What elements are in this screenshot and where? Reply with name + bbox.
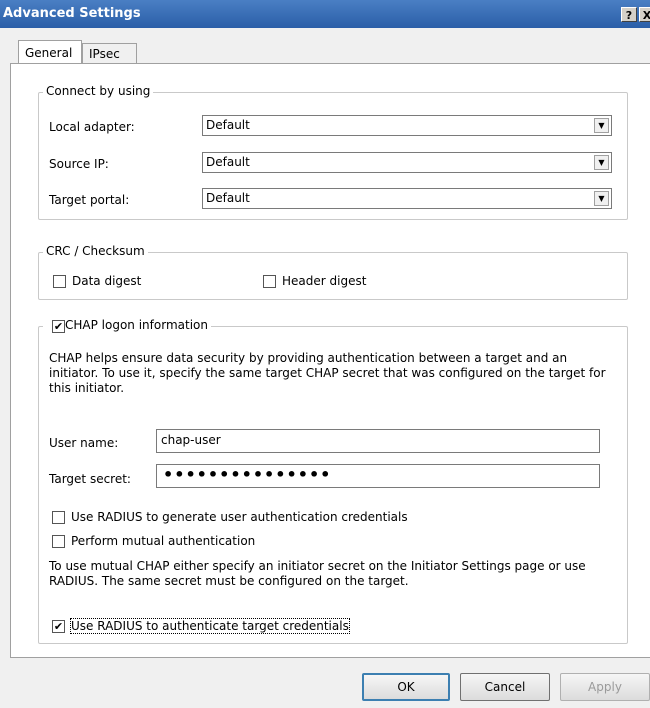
tab-panel-general: Connect by using Local adapter: Default …: [10, 63, 650, 658]
target-portal-label: Target portal:: [49, 193, 130, 207]
mutual-auth-checkbox[interactable]: [52, 535, 65, 548]
user-name-label: User name:: [49, 436, 119, 450]
local-adapter-select[interactable]: Default ▼: [202, 115, 612, 136]
apply-button[interactable]: Apply: [560, 673, 650, 701]
close-button[interactable]: X: [639, 7, 650, 22]
source-ip-label: Source IP:: [49, 157, 109, 171]
use-radius-generate-label[interactable]: Use RADIUS to generate user authenticati…: [71, 510, 408, 524]
help-button[interactable]: ?: [621, 7, 637, 22]
header-digest-checkbox[interactable]: [263, 275, 276, 288]
user-name-input[interactable]: chap-user: [156, 429, 600, 453]
crc-legend: CRC / Checksum: [43, 244, 148, 258]
header-digest-label[interactable]: Header digest: [282, 274, 366, 288]
window-title: Advanced Settings: [3, 6, 141, 21]
tab-ipsec[interactable]: IPsec: [82, 43, 137, 64]
tab-general[interactable]: General: [18, 40, 82, 64]
use-radius-authenticate-label[interactable]: Use RADIUS to authenticate target creden…: [70, 618, 350, 634]
chap-checkbox[interactable]: ✔: [52, 320, 65, 333]
local-adapter-label: Local adapter:: [49, 120, 135, 134]
title-bar: Advanced Settings ? X: [0, 0, 650, 28]
data-digest-checkbox[interactable]: [53, 275, 66, 288]
target-secret-label: Target secret:: [49, 472, 131, 486]
ok-button[interactable]: OK: [362, 673, 450, 701]
target-secret-input[interactable]: •••••••••••••••: [156, 464, 600, 488]
use-radius-generate-checkbox[interactable]: [52, 511, 65, 524]
cancel-button[interactable]: Cancel: [460, 673, 550, 701]
target-portal-value: Default: [206, 191, 250, 205]
dropdown-arrow-icon[interactable]: ▼: [594, 191, 609, 206]
chap-description: CHAP helps ensure data security by provi…: [49, 351, 606, 395]
connect-legend: Connect by using: [43, 84, 154, 98]
use-radius-authenticate-checkbox[interactable]: ✔: [52, 620, 65, 633]
dropdown-arrow-icon[interactable]: ▼: [594, 118, 609, 133]
source-ip-select[interactable]: Default ▼: [202, 152, 612, 173]
chap-legend[interactable]: CHAP logon information: [43, 318, 211, 332]
dropdown-arrow-icon[interactable]: ▼: [594, 155, 609, 170]
source-ip-value: Default: [206, 155, 250, 169]
mutual-auth-label[interactable]: Perform mutual authentication: [71, 534, 255, 548]
local-adapter-value: Default: [206, 118, 250, 132]
mutual-chap-note: To use mutual CHAP either specify an ini…: [49, 559, 586, 588]
data-digest-label[interactable]: Data digest: [72, 274, 141, 288]
target-portal-select[interactable]: Default ▼: [202, 188, 612, 209]
